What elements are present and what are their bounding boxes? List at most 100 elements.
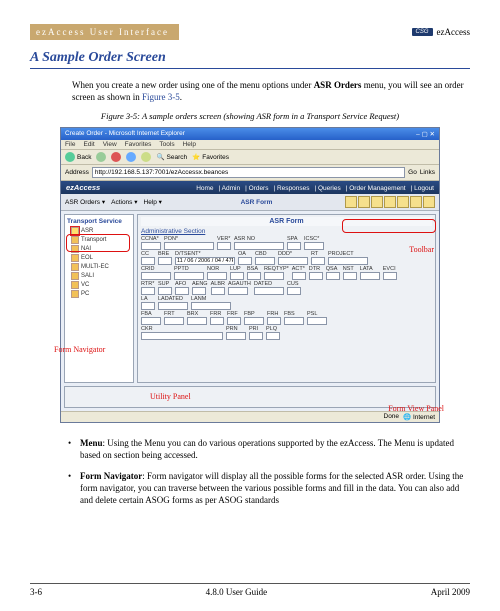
nav-item[interactable]: | Orders: [245, 185, 268, 192]
field-input[interactable]: [360, 272, 380, 280]
field-input[interactable]: [141, 302, 155, 310]
field-input[interactable]: [228, 287, 248, 295]
field-input[interactable]: [175, 257, 235, 265]
figure-link[interactable]: Figure 3-5: [142, 92, 180, 102]
field-input[interactable]: [266, 332, 280, 340]
tree-item[interactable]: Transport: [71, 236, 131, 244]
field-input[interactable]: [307, 317, 327, 325]
home-icon[interactable]: [141, 152, 151, 162]
ie-menu-item[interactable]: View: [103, 141, 117, 148]
field-input[interactable]: [207, 272, 227, 280]
field-input[interactable]: [187, 317, 207, 325]
field-input[interactable]: [226, 332, 246, 340]
field-input[interactable]: [247, 272, 261, 280]
ie-menu-item[interactable]: Help: [183, 141, 196, 148]
field-input[interactable]: [141, 332, 223, 340]
nav-item[interactable]: | Responses: [273, 185, 309, 192]
field-input[interactable]: [287, 287, 301, 295]
tree-item[interactable]: NAI: [71, 245, 131, 253]
field-input[interactable]: [249, 332, 263, 340]
address-input[interactable]: [92, 167, 405, 178]
field-input[interactable]: [174, 272, 204, 280]
field-input[interactable]: [326, 272, 340, 280]
nav-item[interactable]: Home: [196, 185, 213, 192]
field-input[interactable]: [158, 287, 172, 295]
tree-item[interactable]: SALI: [71, 272, 131, 280]
forward-icon[interactable]: [96, 152, 106, 162]
ie-menu-item[interactable]: Edit: [83, 141, 94, 148]
field-input[interactable]: [158, 257, 172, 265]
go-button[interactable]: Go: [408, 169, 417, 176]
back-button[interactable]: Back: [65, 152, 91, 162]
nav-item[interactable]: | Logout: [411, 185, 434, 192]
ie-menu-item[interactable]: File: [65, 141, 75, 148]
field-input[interactable]: [284, 317, 304, 325]
links-label[interactable]: Links: [420, 169, 435, 176]
field-input[interactable]: [217, 242, 231, 250]
field-input[interactable]: [175, 287, 189, 295]
field-input[interactable]: [304, 242, 324, 250]
tree-item[interactable]: ASR: [71, 227, 131, 235]
field-input[interactable]: [141, 272, 171, 280]
app-nav[interactable]: Home | Admin | Orders | Responses | Queries |…: [191, 183, 434, 192]
field-input[interactable]: [278, 257, 308, 265]
field-input[interactable]: [287, 242, 301, 250]
subbar-item[interactable]: Help ▾: [144, 199, 162, 206]
field-input[interactable]: [141, 287, 155, 295]
field-input[interactable]: [227, 317, 241, 325]
tree-item[interactable]: VC: [71, 281, 131, 289]
nav-item[interactable]: | Order Management: [346, 185, 406, 192]
tool-icon[interactable]: [410, 196, 422, 208]
tool-icon[interactable]: [384, 196, 396, 208]
tool-icon[interactable]: [397, 196, 409, 208]
tree-item[interactable]: PC: [71, 290, 131, 298]
subbar-item[interactable]: Actions ▾: [111, 199, 137, 206]
field-input[interactable]: [254, 287, 284, 295]
field-input[interactable]: [328, 257, 368, 265]
field-input[interactable]: [244, 317, 264, 325]
ie-menu-item[interactable]: Favorites: [125, 141, 152, 148]
tool-icon[interactable]: [371, 196, 383, 208]
search-button[interactable]: 🔍Search: [156, 153, 187, 161]
ie-toolbar[interactable]: Back 🔍Search ⭐Favorites: [61, 150, 439, 165]
field-input[interactable]: [230, 272, 244, 280]
field-input[interactable]: [191, 302, 231, 310]
field-input[interactable]: [267, 317, 281, 325]
field-input[interactable]: [141, 242, 161, 250]
tree-item[interactable]: EOL: [71, 254, 131, 262]
field-input[interactable]: [264, 272, 284, 280]
nav-item[interactable]: | Admin: [219, 185, 241, 192]
field-input[interactable]: [210, 317, 224, 325]
field-input[interactable]: [311, 257, 325, 265]
ie-menu-item[interactable]: Tools: [159, 141, 174, 148]
field-input[interactable]: [141, 257, 155, 265]
tree-item[interactable]: MULTI-EC: [71, 263, 131, 271]
field-input[interactable]: [141, 317, 161, 325]
field-input[interactable]: [238, 257, 252, 265]
form-tab[interactable]: ASR Form: [241, 199, 273, 206]
tool-icon[interactable]: [345, 196, 357, 208]
field-input[interactable]: [309, 272, 323, 280]
field-input[interactable]: [383, 272, 397, 280]
field-input[interactable]: [255, 257, 275, 265]
form-tree[interactable]: Transport Service ASRTransportNAIEOLMULT…: [64, 214, 134, 383]
field-input[interactable]: [292, 272, 306, 280]
subbar-menus[interactable]: ASR Orders ▾ Actions ▾ Help ▾: [65, 198, 168, 206]
subbar-item[interactable]: ASR Orders ▾: [65, 199, 105, 206]
tool-icon[interactable]: [423, 196, 435, 208]
nav-item[interactable]: | Queries: [314, 185, 340, 192]
form-toolbar[interactable]: [345, 196, 435, 208]
field-input[interactable]: [192, 287, 206, 295]
stop-icon[interactable]: [111, 152, 121, 162]
tool-icon[interactable]: [358, 196, 370, 208]
ie-menu[interactable]: File Edit View Favorites Tools Help: [61, 140, 439, 150]
refresh-icon[interactable]: [126, 152, 136, 162]
field-input[interactable]: [343, 272, 357, 280]
field-input[interactable]: [164, 317, 184, 325]
window-controls[interactable]: – ▢ ✕: [416, 130, 435, 138]
field-input[interactable]: [211, 287, 225, 295]
field-input[interactable]: [164, 242, 214, 250]
field-input[interactable]: [158, 302, 188, 310]
favorites-button[interactable]: ⭐Favorites: [192, 153, 229, 161]
field-input[interactable]: [234, 242, 284, 250]
